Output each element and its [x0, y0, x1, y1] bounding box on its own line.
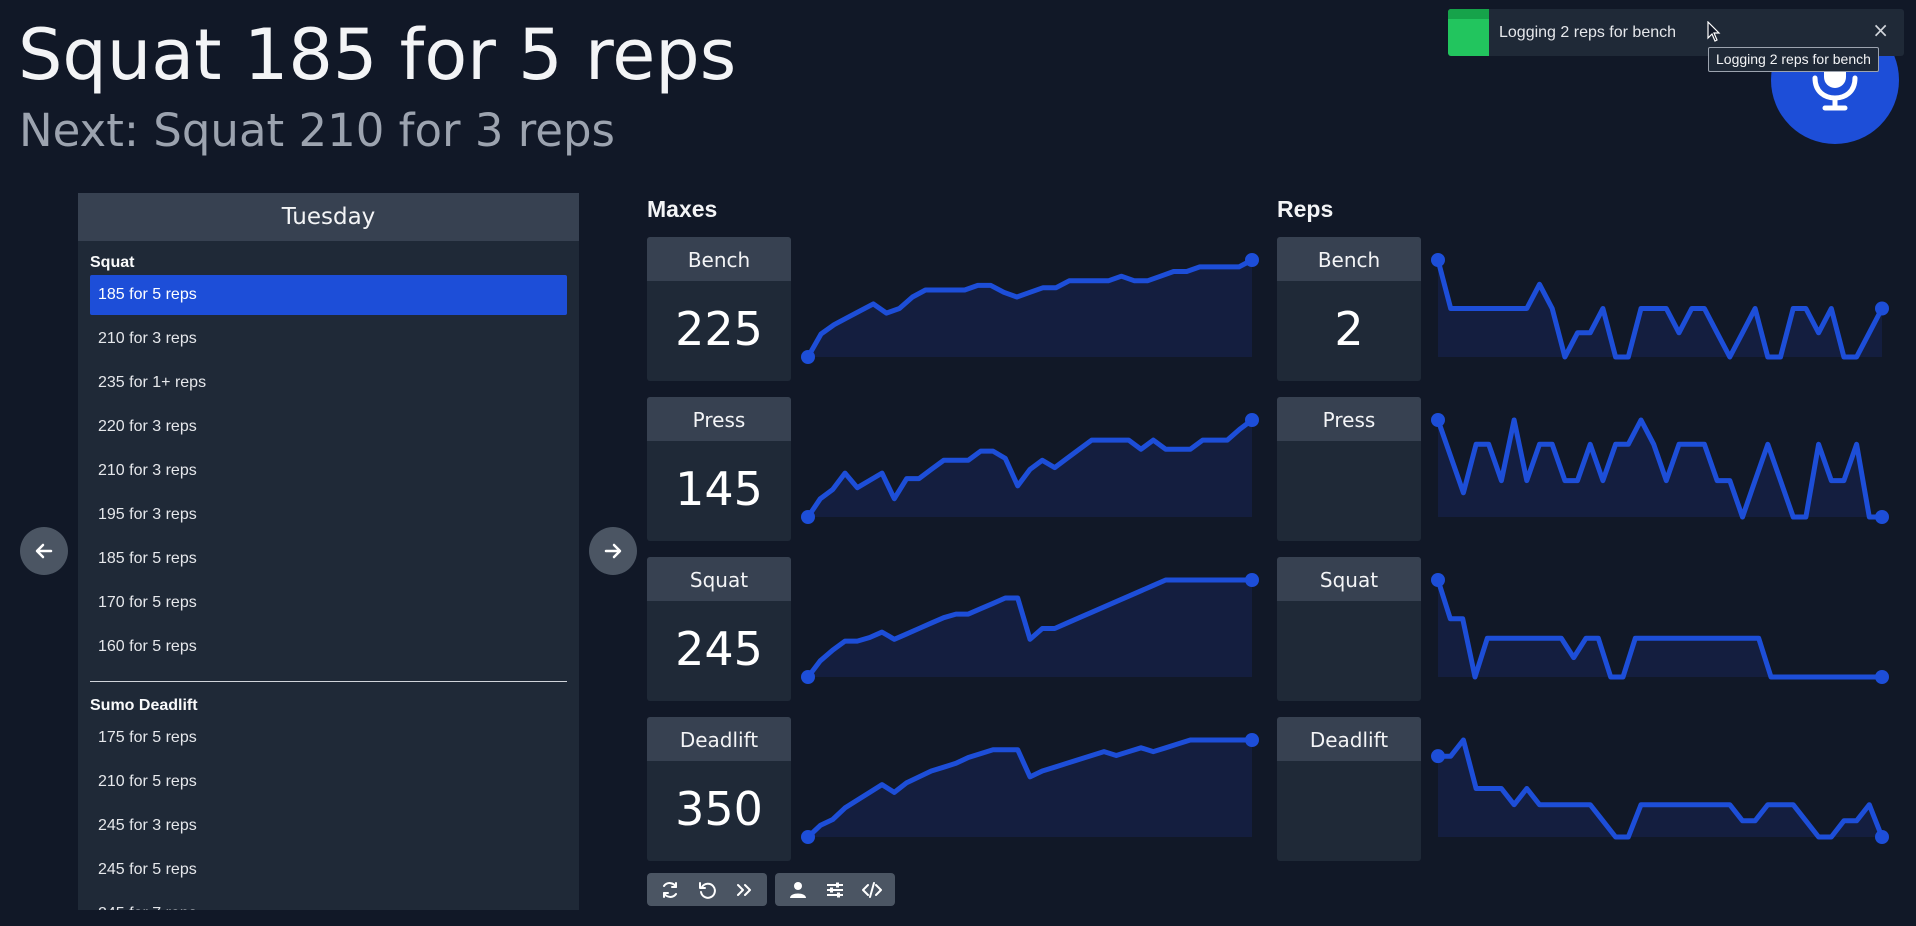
- max-card-bench: Bench 225: [647, 237, 791, 381]
- sparkline-start-point: [801, 830, 815, 844]
- squat-reps-sparkline: [1431, 573, 1889, 684]
- reps-card-squat: Squat: [1277, 557, 1421, 701]
- max-card-deadlift: Deadlift 350: [647, 717, 791, 861]
- sparkline-start-point: [1431, 253, 1445, 267]
- refresh-icon: [662, 881, 677, 898]
- sparkline-start-point: [801, 510, 815, 524]
- user-icon: [789, 881, 806, 898]
- press-reps-sparkline: [1431, 413, 1889, 524]
- reps-value: [1277, 441, 1421, 541]
- workout-day-panel: Tuesday Squat 185 for 5 reps 210 for 3 r…: [78, 193, 579, 910]
- reps-label: Bench: [1277, 237, 1421, 281]
- code-icon: [862, 881, 883, 898]
- close-icon[interactable]: ×: [1872, 20, 1889, 40]
- undo-icon: [698, 881, 716, 899]
- set-item[interactable]: 185 for 5 reps: [90, 275, 567, 315]
- max-value: 225: [675, 302, 763, 356]
- max-value: 350: [675, 782, 763, 836]
- sparkline-start-point: [801, 670, 815, 684]
- sparkline-area: [808, 580, 1252, 677]
- arrow-right-icon: [604, 543, 622, 559]
- tooltip: Logging 2 reps for bench: [1708, 47, 1879, 72]
- sparkline-end-point: [1875, 830, 1889, 844]
- next-day-button[interactable]: [589, 527, 637, 575]
- set-item[interactable]: 160 for 5 reps: [90, 627, 567, 671]
- set-item[interactable]: 220 for 3 reps: [90, 407, 567, 451]
- section-divider: [90, 681, 567, 682]
- press-max-sparkline: [801, 413, 1259, 524]
- set-item[interactable]: 235 for 1+ reps: [90, 363, 567, 407]
- reps-card-press: Press: [1277, 397, 1421, 541]
- max-label: Squat: [647, 557, 791, 601]
- maxes-heading: Maxes: [647, 196, 718, 222]
- skip-button[interactable]: [728, 873, 761, 906]
- undo-button[interactable]: [690, 873, 723, 906]
- set-item[interactable]: 245 for 5 reps: [90, 850, 567, 894]
- settings-button[interactable]: [818, 873, 851, 906]
- sparkline-area: [1438, 740, 1882, 837]
- toolbar-settings: [775, 873, 895, 906]
- set-item[interactable]: 170 for 5 reps: [90, 583, 567, 627]
- reps-value: [1277, 601, 1421, 701]
- set-list: Squat 185 for 5 reps 210 for 3 reps 235 …: [78, 241, 579, 910]
- sparkline-area: [1438, 580, 1882, 677]
- fast-forward-icon: [737, 883, 752, 896]
- sparkline-end-point: [1245, 253, 1259, 267]
- sparkline-start-point: [801, 350, 815, 364]
- set-item[interactable]: 175 for 5 reps: [90, 718, 567, 762]
- max-card-press: Press 145: [647, 397, 791, 541]
- max-card-squat: Squat 245: [647, 557, 791, 701]
- set-item[interactable]: 210 for 3 reps: [90, 451, 567, 495]
- deadlift-max-sparkline: [801, 733, 1259, 844]
- set-item[interactable]: 210 for 3 reps: [90, 319, 567, 363]
- reps-card-bench: Bench 2: [1277, 237, 1421, 381]
- success-indicator: [1448, 9, 1489, 56]
- sparkline-start-point: [1431, 413, 1445, 427]
- current-set-title: Squat 185 for 5 reps: [18, 14, 737, 96]
- day-title: Tuesday: [78, 193, 579, 241]
- sparkline-area: [808, 260, 1252, 357]
- max-label: Press: [647, 397, 791, 441]
- next-set-subtitle: Next: Squat 210 for 3 reps: [19, 104, 615, 157]
- sparkline-end-point: [1245, 733, 1259, 747]
- arrow-left-icon: [35, 543, 53, 559]
- max-label: Bench: [647, 237, 791, 281]
- squat-max-sparkline: [801, 573, 1259, 684]
- max-label: Deadlift: [647, 717, 791, 761]
- reps-heading: Reps: [1277, 196, 1334, 222]
- reps-card-deadlift: Deadlift: [1277, 717, 1421, 861]
- section-title-squat: Squat: [90, 254, 135, 271]
- max-value: 245: [675, 622, 763, 676]
- notification-message: Logging 2 reps for bench: [1499, 23, 1677, 41]
- reps-label: Squat: [1277, 557, 1421, 601]
- set-item[interactable]: 195 for 3 reps: [90, 495, 567, 539]
- code-button[interactable]: [856, 873, 889, 906]
- refresh-button[interactable]: [653, 873, 686, 906]
- set-item[interactable]: 245 for 3 reps: [90, 806, 567, 850]
- sliders-icon: [826, 882, 843, 897]
- sparkline-start-point: [1431, 749, 1445, 764]
- set-item[interactable]: 210 for 5 reps: [90, 762, 567, 806]
- sparkline-end-point: [1245, 413, 1259, 427]
- profile-button[interactable]: [781, 873, 814, 906]
- sparkline-end-point: [1875, 510, 1889, 524]
- max-value: 145: [675, 462, 763, 516]
- sparkline-end-point: [1245, 573, 1259, 587]
- bench-reps-sparkline: [1431, 253, 1889, 360]
- toolbar-actions: [647, 873, 767, 906]
- sparkline-start-point: [1431, 573, 1445, 587]
- reps-value: 2: [1334, 302, 1364, 356]
- bench-max-sparkline: [801, 253, 1259, 364]
- section-title-sumo-deadlift: Sumo Deadlift: [90, 697, 198, 714]
- previous-day-button[interactable]: [20, 527, 68, 575]
- set-item[interactable]: 185 for 5 reps: [90, 539, 567, 583]
- reps-value: [1277, 761, 1421, 861]
- reps-label: Press: [1277, 397, 1421, 441]
- reps-label: Deadlift: [1277, 717, 1421, 761]
- deadlift-reps-sparkline: [1431, 737, 1889, 844]
- sparkline-end-point: [1875, 670, 1889, 684]
- sparkline-end-point: [1875, 301, 1889, 316]
- mouse-cursor-icon: [1707, 21, 1721, 42]
- set-item[interactable]: 245 for 7 reps: [90, 894, 567, 910]
